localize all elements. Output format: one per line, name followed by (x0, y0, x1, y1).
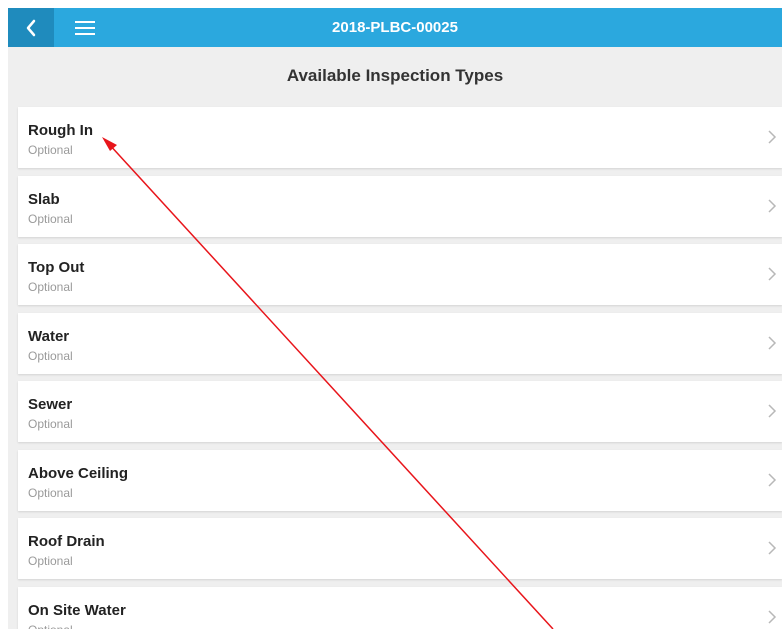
inspection-name: Sewer (28, 396, 73, 413)
inspection-status: Optional (28, 417, 73, 431)
chevron-right-icon (768, 610, 777, 624)
chevron-right-icon (768, 404, 777, 418)
inspection-status: Optional (28, 212, 73, 226)
inspection-name: Roof Drain (28, 533, 105, 550)
inspection-status: Optional (28, 143, 73, 157)
section-title: Available Inspection Types (286, 66, 504, 85)
app-frame: 2018-PLBC-00025 Available Inspection Typ… (8, 8, 782, 629)
chevron-right-icon (768, 336, 777, 350)
chevron-right-icon (768, 473, 777, 487)
list-item[interactable]: Slab Optional (18, 176, 782, 237)
chevron-right-icon (768, 267, 777, 281)
list-item[interactable]: On Site Water Optional (18, 587, 782, 629)
back-button[interactable] (8, 8, 54, 47)
top-bar: 2018-PLBC-00025 (8, 8, 782, 47)
chevron-right-icon (768, 130, 777, 144)
inspection-name: On Site Water (28, 602, 126, 619)
list-item[interactable]: Sewer Optional (18, 381, 782, 442)
chevron-left-icon (26, 19, 36, 36)
list-item[interactable]: Above Ceiling Optional (18, 450, 782, 511)
list-item[interactable]: Roof Drain Optional (18, 518, 782, 579)
app-root: 2018-PLBC-00025 Available Inspection Typ… (0, 0, 782, 629)
inspection-name: Water (28, 328, 70, 345)
menu-button[interactable] (60, 8, 110, 47)
list-item[interactable]: Rough In Optional (18, 107, 782, 168)
inspection-name: Slab (28, 191, 60, 208)
inspection-status: Optional (28, 280, 73, 294)
page-title: 2018-PLBC-00025 (332, 19, 458, 36)
inspection-status: Optional (28, 554, 73, 568)
inspection-status: Optional (28, 486, 73, 500)
inspection-name: Rough In (28, 122, 93, 139)
inspection-status: Optional (28, 349, 73, 363)
list-item[interactable]: Water Optional (18, 313, 782, 374)
list-item[interactable]: Top Out Optional (18, 244, 782, 305)
chevron-right-icon (768, 199, 777, 213)
hamburger-menu-icon (75, 20, 95, 35)
inspection-name: Above Ceiling (28, 465, 129, 482)
inspection-status: Optional (28, 623, 73, 629)
chevron-right-icon (768, 541, 777, 555)
inspection-name: Top Out (28, 259, 85, 276)
